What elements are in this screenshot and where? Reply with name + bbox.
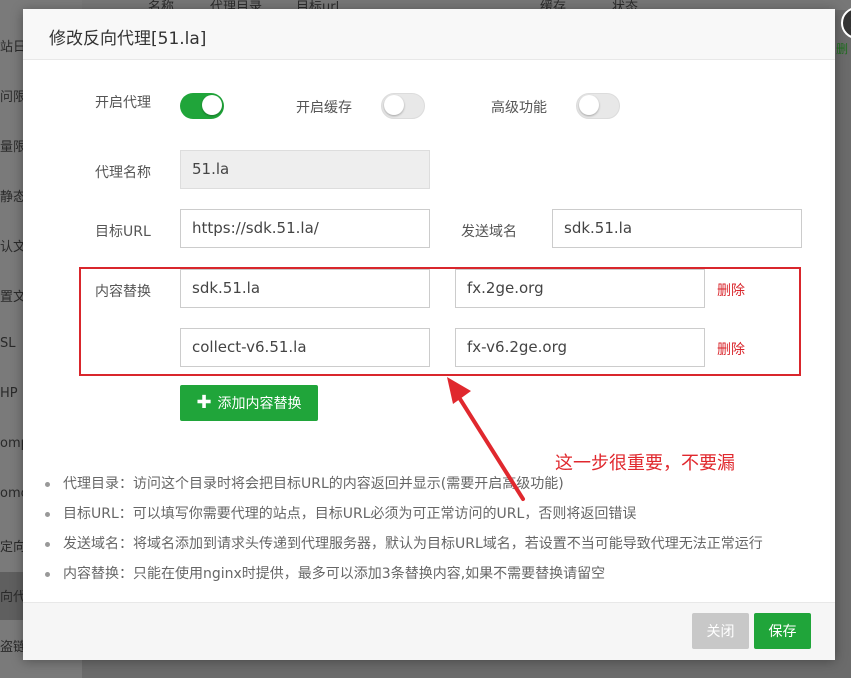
reverse-proxy-dialog: 修改反向代理[51.la] 开启代理 开启缓存 高级功能 代理名称 51.la … [23, 7, 851, 660]
close-icon[interactable] [841, 7, 851, 39]
dialog-footer: 关闭 保存 [23, 602, 835, 660]
close-button[interactable]: 关闭 [692, 613, 749, 649]
save-button[interactable]: 保存 [754, 613, 811, 649]
bg-sidebar-item: HP [0, 386, 18, 401]
bg-sidebar-item: SL [0, 336, 16, 351]
bg-delete-link: 删 [836, 42, 849, 56]
annotation-arrow [447, 377, 525, 501]
annotation-text: 这一步很重要，不要漏 [555, 453, 735, 474]
